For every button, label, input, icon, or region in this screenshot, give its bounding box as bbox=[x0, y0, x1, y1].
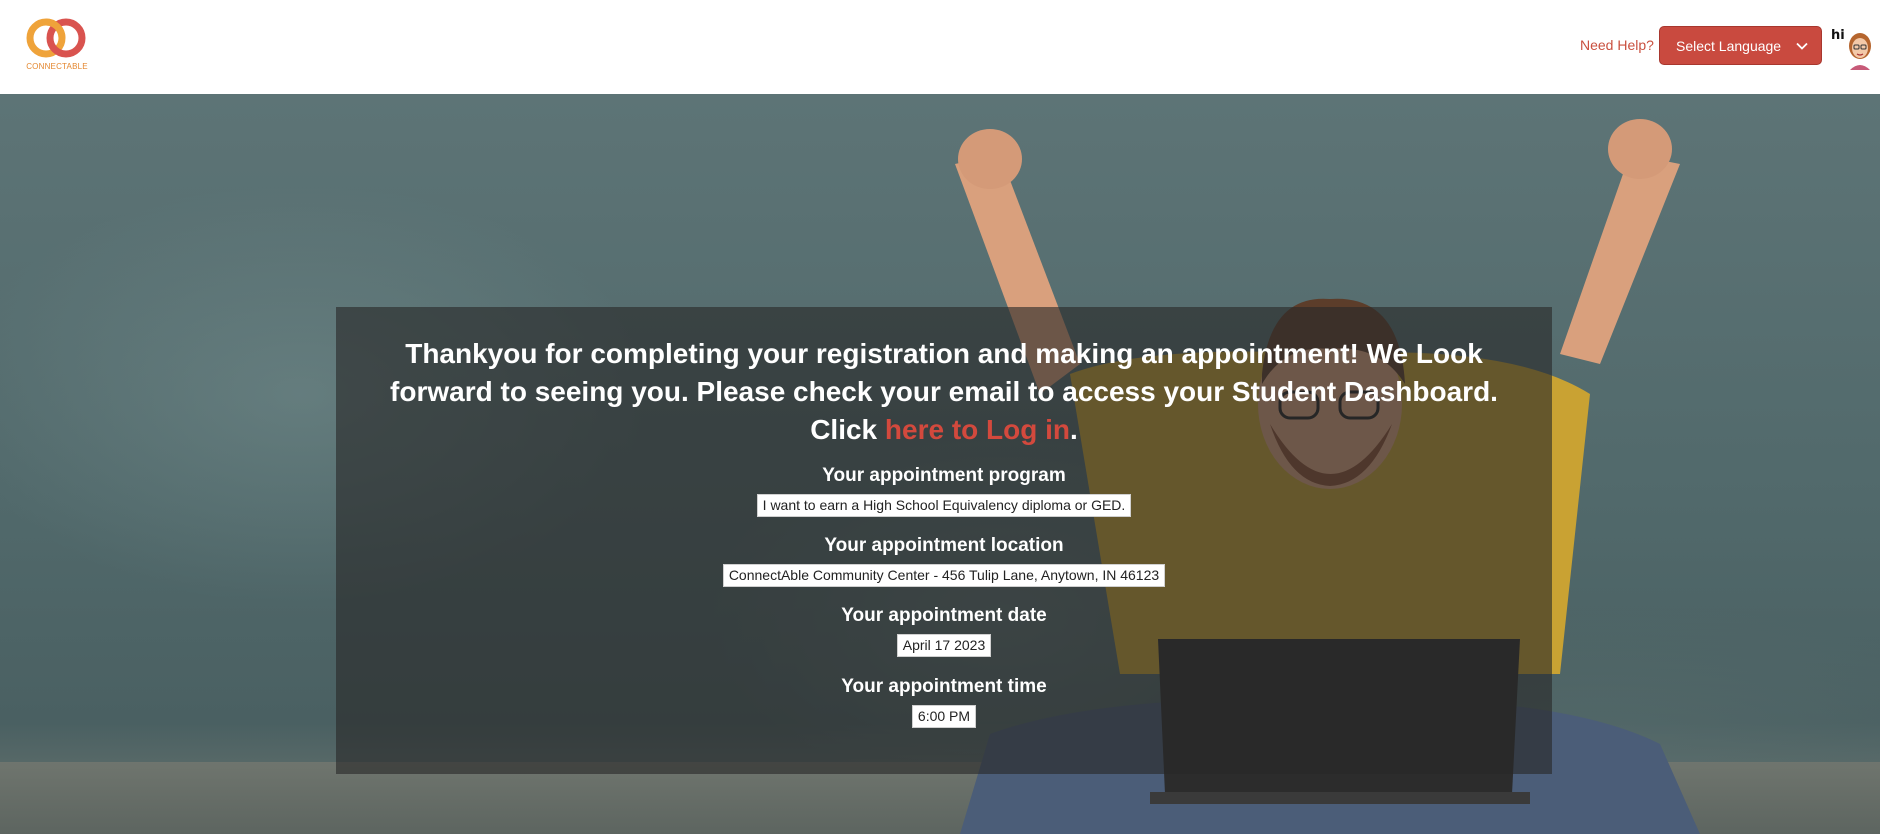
program-label: Your appointment program bbox=[822, 465, 1066, 486]
select-language-label: Select Language bbox=[1676, 37, 1782, 54]
need-help-link[interactable]: Need Help? bbox=[1580, 37, 1654, 53]
location-label: Your appointment location bbox=[824, 535, 1064, 556]
date-value: April 17 2023 bbox=[896, 634, 992, 657]
time-value: 6:00 PM bbox=[911, 705, 977, 728]
interlocking-rings-icon bbox=[26, 18, 86, 58]
connectable-logo[interactable]: CONNECTABLE bbox=[24, 16, 90, 74]
time-label: Your appointment time bbox=[841, 676, 1047, 697]
program-value: I want to earn a High School Equivalency… bbox=[756, 494, 1132, 517]
avatar-greeting: hi bbox=[1831, 28, 1845, 43]
select-language-button[interactable]: Select Language bbox=[1659, 26, 1822, 65]
confirmation-panel: Thankyou for completing your registratio… bbox=[336, 307, 1552, 774]
chevron-down-icon bbox=[1796, 42, 1808, 50]
confirmation-text-end: . bbox=[1070, 414, 1078, 445]
hero-background: Thankyou for completing your registratio… bbox=[0, 94, 1880, 834]
location-value: ConnectAble Community Center - 456 Tulip… bbox=[722, 564, 1166, 587]
login-link[interactable]: here to Log in bbox=[885, 414, 1070, 445]
logo-wordmark: CONNECTABLE bbox=[26, 62, 88, 71]
site-header: CONNECTABLE Need Help? Select Language h… bbox=[0, 0, 1880, 94]
date-label: Your appointment date bbox=[841, 605, 1047, 626]
confirmation-message: Thankyou for completing your registratio… bbox=[336, 335, 1552, 449]
